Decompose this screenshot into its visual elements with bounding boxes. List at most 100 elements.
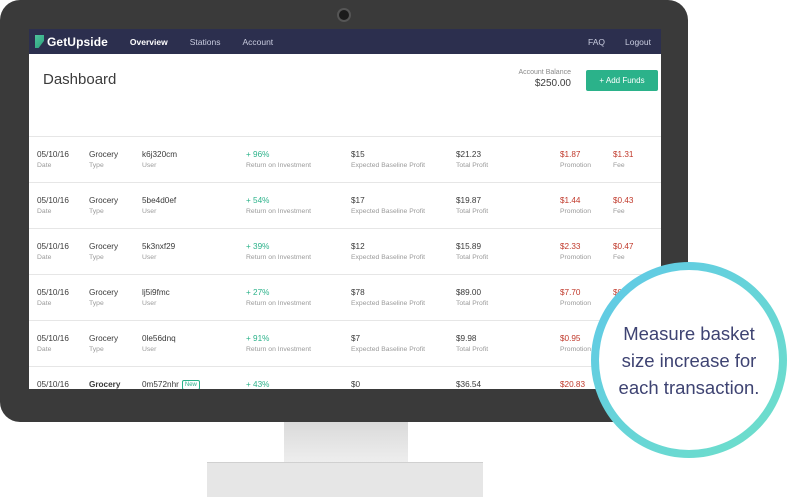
logo-text: GetUpside [47, 34, 108, 49]
user-value: 0m572nhr [142, 380, 179, 389]
baseline-value: $17 [351, 196, 365, 205]
type-value: Grocery [89, 242, 119, 251]
fee-label: Fee [613, 162, 625, 169]
promotion-value: $0.95 [560, 334, 581, 343]
add-funds-button[interactable]: + Add Funds [586, 70, 658, 91]
page-title: Dashboard [43, 71, 117, 88]
table-row[interactable]: 05/10/16 Date Grocery Type lj5i9fmc User + … [29, 275, 661, 321]
fee-label: Fee [613, 254, 625, 261]
nav-stations[interactable]: Stations [190, 37, 221, 47]
nav-right: FAQ Logout [568, 29, 651, 54]
dashboard-header: Dashboard Account Balance $250.00 + Add … [29, 54, 661, 137]
date-value: 05/10/16 [37, 288, 69, 297]
total-label: Total Profit [456, 300, 489, 307]
roi-label: Return on Investment [246, 208, 311, 215]
type-value: Grocery [89, 150, 119, 159]
nav-faq[interactable]: FAQ [588, 37, 605, 47]
type-label: Type [89, 208, 104, 215]
type-value: Grocery [89, 334, 119, 343]
callout-inner: Measure basket size increase for each tr… [599, 270, 779, 450]
new-badge: New [181, 380, 200, 389]
type-value: Grocery [89, 380, 121, 389]
total-value: $89.00 [456, 288, 482, 297]
table-row[interactable]: 05/10/16 Date Grocery Type k6j320cm User + … [29, 137, 661, 183]
date-label: Date [37, 162, 52, 169]
camera-icon [337, 8, 351, 22]
promotion-label: Promotion [560, 162, 591, 169]
type-label: Type [89, 162, 104, 169]
baseline-label: Expected Baseline Profit [351, 346, 426, 353]
type-value: Grocery [89, 196, 119, 205]
total-label: Total Profit [456, 162, 489, 169]
table-row[interactable]: 05/10/16 Date Grocery Type 5k3nxf29 User + … [29, 229, 661, 275]
balance-label: Account Balance [518, 69, 571, 76]
total-value: $19.87 [456, 196, 482, 205]
table-row[interactable]: 05/10/16Date GroceryType 0m572nhrNewUser… [29, 367, 661, 389]
total-label: Total Profit [456, 208, 489, 215]
baseline-value: $12 [351, 242, 365, 251]
date-label: Date [37, 208, 52, 215]
roi-value: + 96% [246, 150, 270, 159]
baseline-value: $78 [351, 288, 365, 297]
logo-mark-icon [35, 35, 44, 48]
roi-value: + 91% [246, 334, 270, 343]
fee-label: Fee [613, 208, 625, 215]
total-value: $9.98 [456, 334, 477, 343]
logo[interactable]: GetUpside [35, 35, 108, 49]
top-navbar: GetUpside Overview Stations Account FAQ … [29, 29, 661, 54]
roi-value: + 43% [246, 380, 270, 389]
baseline-label: Expected Baseline Profit [351, 208, 426, 215]
monitor-stand-base [207, 462, 483, 497]
nav-account[interactable]: Account [242, 37, 273, 47]
user-label: User [142, 208, 157, 215]
date-value: 05/10/16 [37, 380, 69, 389]
user-value: k6j320cm [142, 150, 178, 159]
date-label: Date [37, 254, 52, 261]
roi-value: + 54% [246, 196, 270, 205]
monitor-frame: GetUpside Overview Stations Account FAQ … [0, 0, 688, 422]
date-label: Date [37, 346, 52, 353]
nav-logout[interactable]: Logout [625, 37, 651, 47]
user-value: 0le56dnq [142, 334, 176, 343]
user-label: User [142, 300, 157, 307]
date-label: Date [37, 300, 52, 307]
user-value: 5k3nxf29 [142, 242, 176, 251]
roi-value: + 27% [246, 288, 270, 297]
roi-value: + 39% [246, 242, 270, 251]
type-label: Type [89, 254, 104, 261]
fee-value: $0.43 [613, 196, 634, 205]
type-label: Type [89, 346, 104, 353]
user-label: User [142, 254, 157, 261]
nav-overview[interactable]: Overview [130, 37, 168, 47]
promotion-value: $20.83 [560, 380, 586, 389]
promotion-label: Promotion [560, 300, 591, 307]
transactions-list: 05/10/16 Date Grocery Type k6j320cm User + … [29, 137, 661, 389]
promotion-value: $2.33 [560, 242, 581, 251]
monitor-stand-neck [284, 420, 408, 465]
user-value: 5be4d0ef [142, 196, 177, 205]
baseline-label: Expected Baseline Profit [351, 300, 426, 307]
total-value: $36.54 [456, 380, 482, 389]
promotion-value: $1.87 [560, 150, 581, 159]
roi-label: Return on Investment [246, 254, 311, 261]
promotion-label: Promotion [560, 208, 591, 215]
type-value: Grocery [89, 288, 119, 297]
promotion-label: Promotion [560, 254, 591, 261]
user-value: lj5i9fmc [142, 288, 170, 297]
roi-label: Return on Investment [246, 346, 311, 353]
table-row[interactable]: 05/10/16 Date Grocery Type 0le56dnq User + … [29, 321, 661, 367]
date-value: 05/10/16 [37, 150, 69, 159]
balance-value: $250.00 [534, 78, 571, 89]
type-label: Type [89, 300, 104, 307]
baseline-label: Expected Baseline Profit [351, 162, 426, 169]
callout-circle: Measure basket size increase for each tr… [591, 262, 787, 458]
baseline-value: $15 [351, 150, 365, 159]
date-value: 05/10/16 [37, 196, 69, 205]
account-balance: Account Balance $250.00 [518, 69, 571, 89]
table-row[interactable]: 05/10/16 Date Grocery Type 5be4d0ef User + … [29, 183, 661, 229]
total-label: Total Profit [456, 254, 489, 261]
fee-value: $1.31 [613, 150, 634, 159]
baseline-value: $0 [351, 380, 361, 389]
baseline-label: Expected Baseline Profit [351, 254, 426, 261]
screen: GetUpside Overview Stations Account FAQ … [29, 29, 661, 389]
